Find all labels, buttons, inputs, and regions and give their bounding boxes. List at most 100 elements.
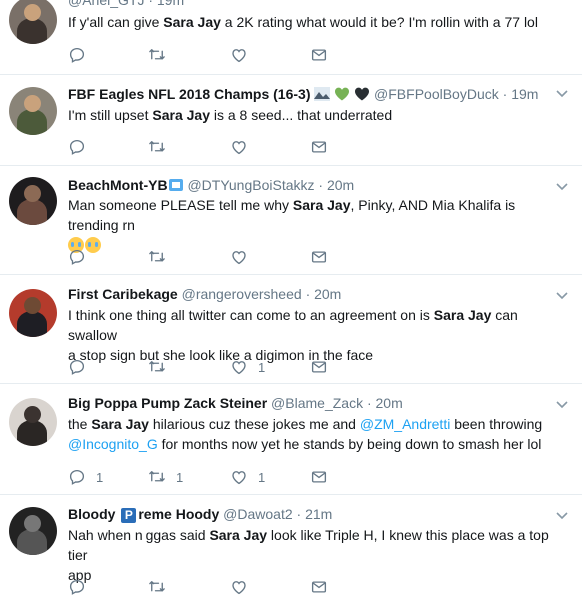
tweet-text: Man someone PLEASE tell me why Sara Jay,… (68, 195, 568, 255)
user-handle[interactable]: @Blame_Zack (271, 395, 363, 411)
reply-button[interactable] (68, 357, 86, 377)
tweet-header: @Ariel_GTJ · 19m (68, 0, 184, 9)
retweet-button[interactable] (148, 577, 166, 597)
envelope-icon (310, 46, 328, 64)
tweet-header: Big Poppa Pump Zack Steiner @Blame_Zack … (68, 394, 403, 412)
retweet-icon (148, 468, 166, 486)
retweet-button[interactable] (148, 137, 166, 157)
tweet-header: BeachMont-YB @DTYungBoiStakkz · 20m (68, 176, 354, 196)
tweet-5[interactable]: Big Poppa Pump Zack Steiner @Blame_Zack … (0, 384, 582, 495)
display-name[interactable]: Bloody Preme Hoody (68, 506, 219, 523)
avatar[interactable] (9, 398, 57, 446)
dm-button[interactable] (310, 467, 328, 487)
dm-button[interactable] (310, 45, 328, 65)
display-name[interactable]: BeachMont-YB (68, 177, 168, 193)
timestamp[interactable]: · 20m (306, 286, 342, 302)
like-button[interactable]: 1 (230, 467, 265, 487)
retweet-button[interactable] (148, 45, 166, 65)
reply-button[interactable]: 1 (68, 467, 103, 487)
avatar[interactable] (9, 289, 57, 337)
timestamp[interactable]: · 19m (503, 86, 539, 102)
reply-button[interactable] (68, 45, 86, 65)
sign-emoji-icon (168, 178, 184, 196)
parking-badge-icon: P (121, 508, 137, 523)
tweet-3[interactable]: BeachMont-YB @DTYungBoiStakkz · 20m Man … (0, 166, 582, 275)
timestamp[interactable]: · 21m (297, 506, 333, 522)
user-handle[interactable]: @FBFPoolBoyDuck (374, 86, 499, 102)
like-count: 1 (258, 359, 266, 375)
heart-icon (230, 468, 248, 486)
tweet-text: If y'all can give Sara Jay a 2K rating w… (68, 14, 538, 30)
like-button[interactable] (230, 45, 248, 65)
avatar[interactable] (9, 0, 57, 44)
heart-icon (230, 248, 248, 266)
user-handle[interactable]: @Dawoat2 (223, 506, 292, 522)
reply-icon (68, 138, 86, 156)
like-button[interactable] (230, 577, 248, 597)
chevron-down-icon[interactable] (554, 507, 570, 523)
envelope-icon (310, 358, 328, 376)
avatar[interactable] (9, 87, 57, 135)
retweet-count: 1 (176, 469, 184, 485)
retweet-button[interactable]: 1 (148, 467, 183, 487)
tweet-header: First Caribekage @rangeroversheed · 20m (68, 285, 341, 303)
dm-button[interactable] (310, 357, 328, 377)
tweet-actions (68, 137, 368, 157)
timestamp[interactable]: · 19m (148, 0, 184, 8)
tweet-actions (68, 45, 368, 65)
heart-icon (230, 138, 248, 156)
retweet-icon (148, 578, 166, 596)
retweet-icon (148, 248, 166, 266)
dm-button[interactable] (310, 577, 328, 597)
retweet-icon (148, 46, 166, 64)
chevron-down-icon[interactable] (554, 178, 570, 194)
reply-icon (68, 358, 86, 376)
tweet-4[interactable]: First Caribekage @rangeroversheed · 20m … (0, 275, 582, 384)
retweet-button[interactable] (148, 247, 166, 267)
user-handle[interactable]: @DTYungBoiStakkz (187, 177, 314, 193)
reply-button[interactable] (68, 247, 86, 267)
like-button[interactable] (230, 137, 248, 157)
timestamp[interactable]: · 20m (367, 395, 403, 411)
like-button[interactable]: 1 (230, 357, 265, 377)
envelope-icon (310, 578, 328, 596)
tweet-actions: 1 (68, 357, 368, 377)
chevron-down-icon[interactable] (554, 287, 570, 303)
display-name[interactable]: Big Poppa Pump Zack Steiner (68, 395, 267, 411)
tweet-actions: 1 1 1 (68, 467, 368, 487)
envelope-icon (310, 248, 328, 266)
landscape-emoji-icon (314, 87, 331, 105)
avatar[interactable] (9, 507, 57, 555)
reply-icon (68, 248, 86, 266)
chevron-down-icon[interactable] (554, 85, 570, 101)
dm-button[interactable] (310, 247, 328, 267)
tweet-2[interactable]: FBF Eagles NFL 2018 Champs (16-3) @FBFPo… (0, 75, 582, 166)
avatar[interactable] (9, 177, 57, 225)
reply-button[interactable] (68, 577, 86, 597)
retweet-icon (148, 138, 166, 156)
retweet-icon (148, 358, 166, 376)
display-name[interactable]: First Caribekage (68, 286, 178, 302)
tweet-actions (68, 577, 368, 597)
envelope-icon (310, 138, 328, 156)
envelope-icon (310, 468, 328, 486)
display-name[interactable]: FBF Eagles NFL 2018 Champs (16-3) (68, 86, 310, 102)
tweet-text: the Sara Jay hilarious cuz these jokes m… (68, 416, 543, 452)
reply-icon (68, 46, 86, 64)
like-button[interactable] (230, 247, 248, 267)
chevron-down-icon[interactable] (554, 396, 570, 412)
timestamp[interactable]: · 20m (318, 177, 354, 193)
tweet-text: I think one thing all twitter can come t… (68, 307, 518, 363)
tweet-6[interactable]: Bloody Preme Hoody @Dawoat2 · 21m Nah wh… (0, 495, 582, 604)
heart-icon (230, 578, 248, 596)
user-handle[interactable]: @rangeroversheed (182, 286, 302, 302)
tweet-1[interactable]: @Ariel_GTJ · 19m If y'all can give Sara … (0, 0, 582, 75)
dm-button[interactable] (310, 137, 328, 157)
reply-icon (68, 468, 86, 486)
reply-button[interactable] (68, 137, 86, 157)
mention-link[interactable]: @Incognito_G (68, 436, 158, 452)
mention-link[interactable]: @ZM_Andretti (360, 416, 450, 432)
retweet-button[interactable] (148, 357, 166, 377)
user-handle[interactable]: @Ariel_GTJ (68, 0, 144, 8)
reply-count: 1 (96, 469, 104, 485)
